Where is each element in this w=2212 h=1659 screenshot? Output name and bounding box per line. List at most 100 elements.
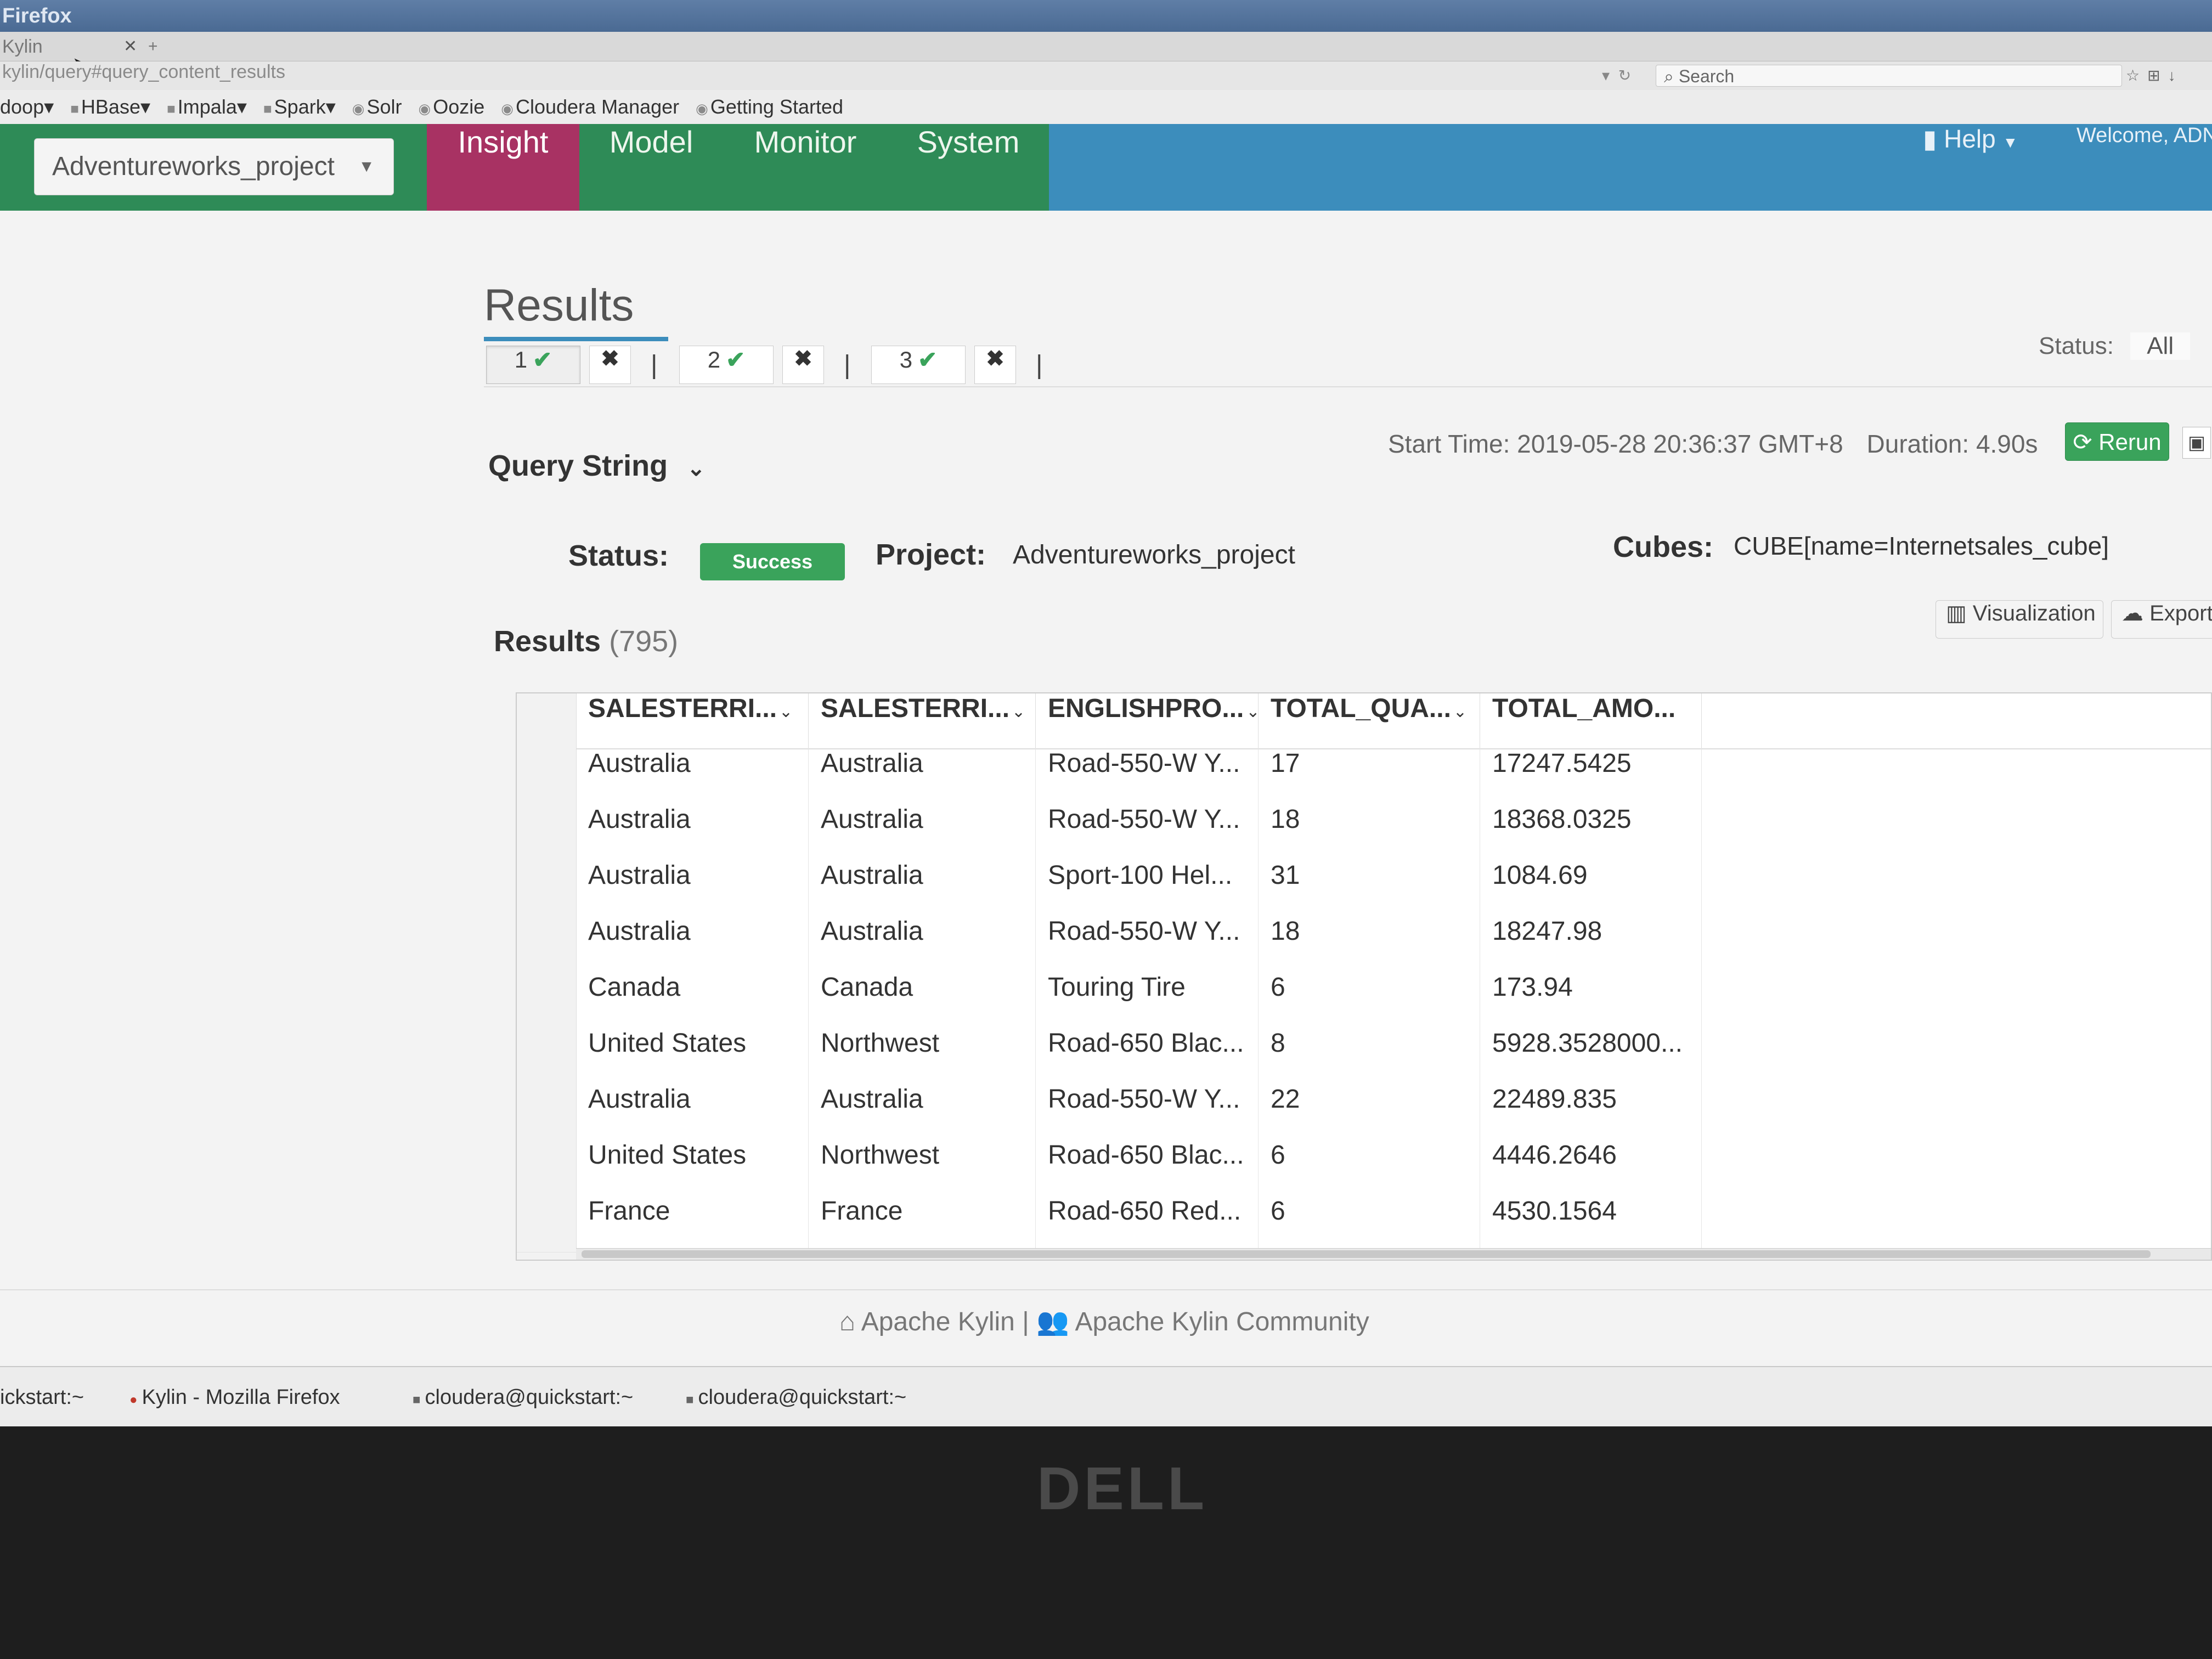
new-tab-icon[interactable]: + — [148, 32, 158, 61]
export-button[interactable]: ☁ Export — [2111, 600, 2212, 639]
monitor-screen: Firefox Kylin ✕ + ➤ kylin/query#query_co… — [0, 0, 2212, 1426]
cloud-download-icon: ☁ — [2121, 601, 2143, 625]
query-string-toggle[interactable]: Query String ⌄ — [488, 449, 706, 483]
taskbar-item[interactable]: ■ cloudera@quickstart:~ — [413, 1367, 633, 1426]
table-row[interactable]: Australia Australia Road-550-W Y... 22 22489… — [576, 1084, 2211, 1140]
search-placeholder: Search — [1678, 66, 1735, 86]
close-icon[interactable]: ✖ — [589, 346, 631, 384]
taskbar-item[interactable]: ■ cloudera@quickstart:~ — [686, 1367, 906, 1426]
query-tab-2[interactable]: 2 ✔ — [679, 346, 774, 384]
row-selector[interactable] — [517, 748, 576, 805]
table-row[interactable]: France France Road-650 Red... 6 4530.1564 — [576, 1196, 2211, 1252]
table-cell: 1084.69 — [1480, 860, 1702, 916]
table-cell: Australia — [576, 748, 809, 804]
table-cell: Australia — [809, 1084, 1036, 1140]
row-selector[interactable] — [517, 1084, 576, 1141]
row-selector[interactable] — [517, 972, 576, 1029]
dell-logo: DELL — [1037, 1455, 1208, 1522]
save-icon[interactable]: ▣ — [2182, 427, 2211, 459]
footer-link-community[interactable]: Apache Kylin Community — [1075, 1307, 1369, 1336]
bookmark-item[interactable]: ◉ Cloudera Manager — [501, 95, 679, 118]
cubes-label: Cubes: — [1613, 531, 1714, 563]
table-cell: 8 — [1259, 1028, 1480, 1084]
table-row[interactable]: Canada Canada Touring Tire 6 173.94 — [576, 972, 2211, 1028]
sort-icon: ⌄ — [1012, 703, 1026, 721]
results-count: Results (795) — [494, 624, 678, 658]
table-row[interactable]: Australia Australia Road-550-W Y... 18 18247… — [576, 916, 2211, 972]
table-cell: 18247.98 — [1480, 916, 1702, 972]
table-cell: Road-650 Blac... — [1036, 1028, 1259, 1084]
table-row[interactable]: United States Northwest Road-650 Blac... 8 5… — [576, 1028, 2211, 1084]
tab-close-icon[interactable]: ✕ — [123, 32, 137, 61]
table-cell: 18 — [1259, 804, 1480, 860]
table-cell: 31 — [1259, 860, 1480, 916]
column-header[interactable]: SALESTERRI... ⌄ — [809, 693, 1036, 748]
taskbar-item[interactable]: ickstart:~ — [0, 1367, 84, 1426]
toolbar-icons[interactable]: ☆⊞↓ — [2126, 61, 2183, 90]
welcome-user[interactable]: Welcome, ADN — [2076, 124, 2212, 148]
row-selector[interactable] — [517, 1140, 576, 1197]
column-header[interactable]: ENGLISHPRO...⌄ — [1036, 693, 1259, 748]
tab-system[interactable]: System — [888, 124, 1049, 211]
reload-icon[interactable]: ▾ ↻ — [1602, 61, 1631, 90]
title-underline — [484, 337, 668, 341]
table-row[interactable]: Australia Australia Road-550-W Y... 18 18368… — [576, 804, 2211, 860]
column-header[interactable]: SALESTERRI... ⌄ — [576, 693, 809, 748]
table-cell: 4530.1564 — [1480, 1196, 1702, 1252]
bookmark-item[interactable]: doop▾ — [0, 95, 54, 118]
bookmark-item[interactable]: ■ Spark▾ — [263, 95, 336, 118]
table-cell: Northwest — [809, 1028, 1036, 1084]
chevron-down-icon: ▼ — [2002, 134, 2018, 151]
scrollbar-thumb[interactable] — [582, 1250, 2151, 1258]
browser-search-input[interactable]: ⌕ Search — [1656, 65, 2122, 87]
sort-icon: ⌄ — [779, 703, 793, 721]
table-row[interactable]: United States Northwest Road-650 Blac... 6 4… — [576, 1140, 2211, 1196]
footer-link-apache-kylin[interactable]: Apache Kylin — [861, 1307, 1015, 1336]
bookmarks-bar: doop▾ ■ HBase▾ ■ Impala▾ ■ Spark▾ ◉ Solr ◉ Oo… — [0, 90, 2212, 125]
tab-insight[interactable]: Insight — [427, 124, 579, 211]
taskbar-item[interactable]: ● Kylin - Mozilla Firefox — [129, 1367, 340, 1426]
row-selector[interactable] — [517, 804, 576, 861]
horizontal-scrollbar[interactable] — [576, 1248, 2211, 1260]
bookmark-item[interactable]: ◉ Solr — [352, 95, 402, 118]
table-cell: 5928.3528000... — [1480, 1028, 1702, 1084]
globe-icon: ◉ — [696, 100, 708, 117]
status-filter: Status: All — [2039, 332, 2191, 360]
firefox-icon: ● — [129, 1392, 138, 1407]
url-field[interactable]: kylin/query#query_content_results — [2, 61, 285, 90]
row-selector[interactable] — [517, 1196, 576, 1252]
table-row[interactable]: Australia Australia Sport-100 Hel... 31 1084… — [576, 860, 2211, 916]
status-filter-select[interactable]: All — [2130, 332, 2191, 360]
table-cell: France — [809, 1196, 1036, 1252]
bookmark-item[interactable]: ■ HBase▾ — [70, 95, 150, 118]
status-label: Status: — [568, 539, 669, 572]
rerun-button[interactable]: ⟳ Rerun — [2065, 422, 2169, 461]
column-header[interactable]: TOTAL_QUA... ⌄ — [1259, 693, 1480, 748]
row-selector[interactable] — [517, 860, 576, 917]
tab-model[interactable]: Model — [579, 124, 723, 211]
bookmark-item[interactable]: ■ Impala▾ — [167, 95, 247, 118]
column-header[interactable]: TOTAL_AMO... — [1480, 693, 1702, 748]
help-menu[interactable]: ▮ Help ▼ — [1923, 124, 2018, 154]
bookmark-item[interactable]: ◉ Getting Started — [696, 95, 843, 118]
project-select[interactable]: Adventureworks_project ▼ — [34, 138, 394, 195]
browser-tab-bar: Kylin ✕ + — [0, 32, 2212, 61]
browser-tab-kylin[interactable]: Kylin — [2, 36, 43, 57]
query-tab-1[interactable]: 1 ✔ — [486, 346, 580, 384]
bookmark-item[interactable]: ◉ Oozie — [419, 95, 485, 118]
close-icon[interactable]: ✖ — [782, 346, 824, 384]
row-selector[interactable] — [517, 1028, 576, 1085]
table-cell: Road-550-W Y... — [1036, 804, 1259, 860]
table-row[interactable]: Australia Australia Road-550-W Y... 17 17247… — [576, 748, 2211, 804]
close-icon[interactable]: ✖ — [974, 346, 1016, 384]
terminal-icon: ■ — [413, 1392, 421, 1407]
table-cell: 17247.5425 — [1480, 748, 1702, 804]
query-tab-3[interactable]: 3 ✔ — [871, 346, 966, 384]
row-selector[interactable] — [517, 916, 576, 973]
users-icon: 👥 — [1036, 1307, 1069, 1336]
tab-monitor[interactable]: Monitor — [723, 124, 888, 211]
table-cell: Road-550-W Y... — [1036, 1084, 1259, 1140]
visualization-button[interactable]: ▥ Visualization — [1936, 600, 2103, 639]
tab-separator: | — [844, 351, 851, 380]
table-cell: Sport-100 Hel... — [1036, 860, 1259, 916]
